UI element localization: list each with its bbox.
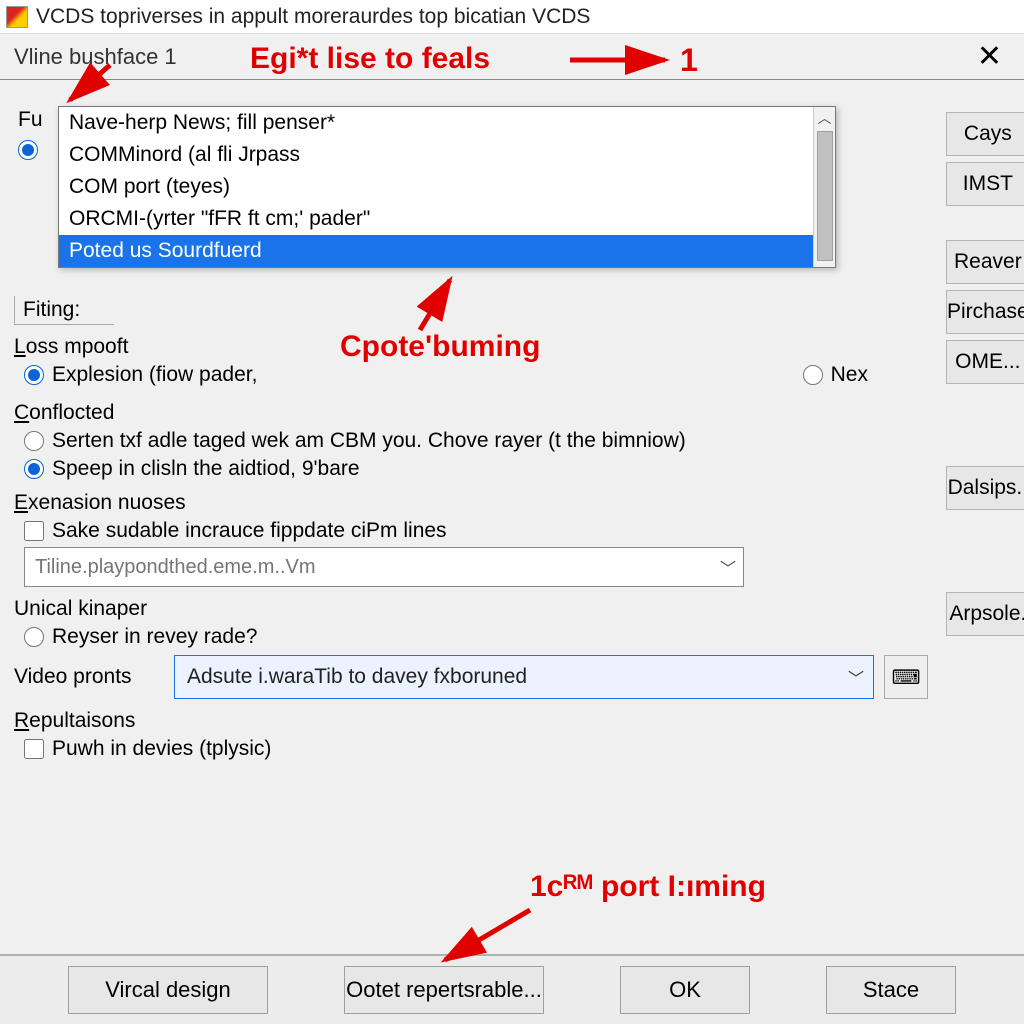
explesion-label: Explesion (fiow pader, — [52, 363, 257, 387]
exen-combo-input — [25, 556, 713, 579]
dropdown-item-2[interactable]: COM port (teyes) — [59, 171, 835, 203]
exen-checkbox[interactable] — [24, 521, 44, 541]
scroll-thumb[interactable] — [817, 131, 833, 261]
repultaisons-label: Repultaisons — [14, 709, 928, 733]
ootet-repertsrable-button[interactable]: Ootet repertsrable... — [344, 966, 544, 1014]
ok-button[interactable]: OK — [620, 966, 750, 1014]
content-area: Fu Nave-herp News; fill penser* COMMinor… — [0, 80, 1024, 960]
reput-checkbox[interactable] — [24, 739, 44, 759]
conflocted-opt1: Serten txf adle taged wek am CBM you. Ch… — [52, 429, 686, 453]
nex-label: Nex — [831, 363, 868, 387]
window-title: VCDS topriverses in appult moreraurdes t… — [36, 5, 590, 29]
dropdown-item-3[interactable]: ORCMI-(yrter "fFR ft cm;' pader" — [59, 203, 835, 235]
unical-radio[interactable] — [24, 627, 44, 647]
interface-dropdown[interactable]: Nave-herp News; fill penser* COMMinord (… — [58, 106, 836, 268]
vircal-design-button[interactable]: Vircal design — [68, 966, 268, 1014]
video-pronts-input[interactable] — [175, 665, 839, 689]
arpsole-button[interactable]: Arpsole. — [946, 592, 1024, 636]
app-icon — [6, 6, 28, 28]
reput-check-label: Puwh in devies (tplysic) — [52, 737, 271, 761]
left-column: Fu Nave-herp News; fill penser* COMMinor… — [14, 86, 928, 765]
dropdown-scrollbar[interactable]: ︿ — [813, 107, 835, 267]
nex-radio[interactable] — [803, 365, 823, 385]
right-column: Cays IMST Reaver Pirchase OME... Dalsips… — [946, 86, 1024, 765]
reaver-button[interactable]: Reaver — [946, 240, 1024, 284]
exenasion-label: Exenasion nuoses — [14, 491, 928, 515]
sub-title: Vline bushface 1 — [14, 44, 177, 70]
conflocted-opt2: Speep in clisln the aidtiod, 9'bare — [52, 457, 360, 481]
exen-combo[interactable]: ﹀ — [24, 547, 744, 587]
conflocted-radio-2[interactable] — [24, 459, 44, 479]
chevron-down-icon[interactable]: ﹀ — [839, 665, 873, 689]
scroll-up-icon[interactable]: ︿ — [814, 107, 835, 129]
video-pronts-label: Video pronts — [14, 665, 174, 689]
dalsips-button[interactable]: Dalsips.. — [946, 466, 1024, 510]
sub-titlebar: Vline bushface 1 ✕ — [0, 34, 1024, 80]
fu-radio[interactable] — [18, 140, 38, 160]
explesion-radio[interactable] — [24, 365, 44, 385]
conflocted-radio-1[interactable] — [24, 431, 44, 451]
video-settings-button[interactable]: ⌨ — [884, 655, 928, 699]
video-pronts-combo[interactable]: ﹀ — [174, 655, 874, 699]
cays-button[interactable]: Cays — [946, 112, 1024, 156]
titlebar: VCDS topriverses in appult moreraurdes t… — [0, 0, 1024, 34]
dropdown-item-1[interactable]: COMMinord (al fli Jrpass — [59, 139, 835, 171]
pirchase-button[interactable]: Pirchase — [946, 290, 1024, 334]
imst-button[interactable]: IMST — [946, 162, 1024, 206]
stace-button[interactable]: Stace — [826, 966, 956, 1014]
exen-check-label: Sake sudable incrauce fippdate ciPm line… — [52, 519, 447, 543]
dropdown-item-4[interactable]: Poted us Sourdfuerd — [59, 235, 835, 267]
conflocted-label: Conflocted — [14, 401, 928, 425]
fu-label: Fu — [18, 108, 43, 132]
close-icon[interactable]: ✕ — [969, 39, 1010, 74]
unical-label: Unical kinaper — [14, 597, 928, 621]
chevron-down-icon[interactable]: ﹀ — [713, 555, 743, 579]
loss-label: Loss mpooft — [14, 335, 928, 359]
ome-button[interactable]: OME... — [946, 340, 1024, 384]
unical-radio-label: Reyser in revey rade? — [52, 625, 257, 649]
keyboard-icon: ⌨ — [892, 665, 921, 690]
fiting-label: Fiting: — [14, 296, 114, 325]
bottom-button-bar: Vircal design Ootet repertsrable... OK S… — [0, 954, 1024, 1024]
dropdown-item-0[interactable]: Nave-herp News; fill penser* — [59, 107, 835, 139]
